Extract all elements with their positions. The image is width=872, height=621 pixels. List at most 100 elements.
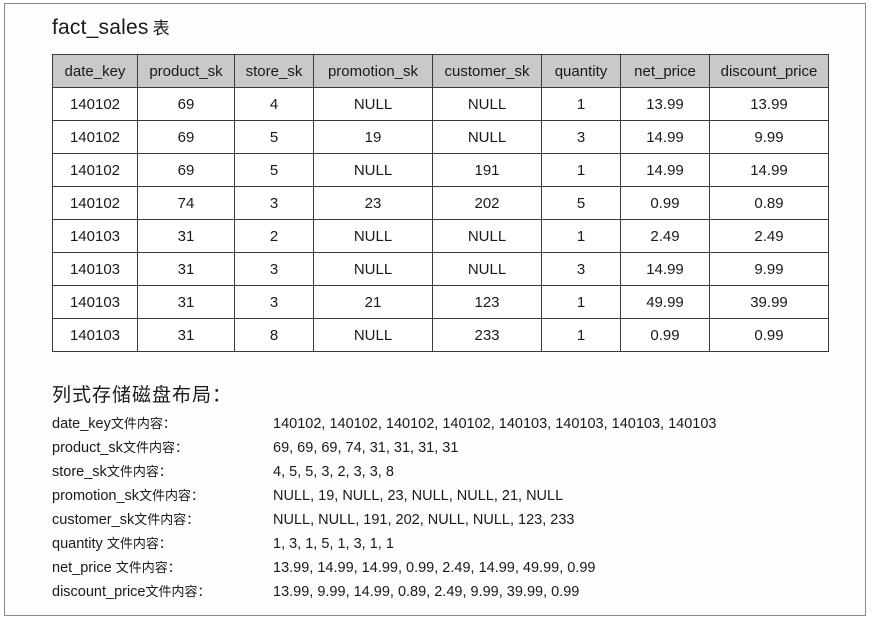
table-cell: NULL: [313, 87, 433, 121]
file-values: 1, 3, 1, 5, 1, 3, 1, 1: [273, 536, 394, 552]
table-title: fact_sales 表: [52, 14, 170, 40]
table-cell: 1: [541, 87, 621, 121]
table-cell: 5: [234, 120, 314, 154]
list-item: customer_sk文件内容： NULL, NULL, 191, 202, N…: [52, 508, 832, 532]
file-suffix: 文件内容：: [139, 489, 205, 504]
list-item: net_price 文件内容： 13.99, 14.99, 14.99, 0.9…: [52, 556, 832, 580]
table-row: 140103 31 2 NULL NULL 1 2.49 2.49: [52, 219, 829, 253]
file-label: customer_sk文件内容：: [52, 508, 199, 533]
column-name: date_key: [52, 416, 111, 432]
column-name: discount_price: [52, 584, 146, 600]
header-cell: discount_price: [709, 54, 829, 88]
column-name: product_sk: [52, 440, 123, 456]
table-cell: 140103: [52, 219, 138, 253]
table-cell: 13.99: [709, 87, 829, 121]
table-cell: 8: [234, 318, 314, 352]
table-cell: 191: [432, 153, 542, 187]
table-cell: 1: [541, 318, 621, 352]
table-cell: 31: [137, 285, 235, 319]
table-cell: 4: [234, 87, 314, 121]
table-cell: 0.99: [620, 318, 710, 352]
table-header-row: date_key product_sk store_sk promotion_s…: [52, 54, 829, 88]
file-label: store_sk文件内容：: [52, 460, 172, 485]
file-values: NULL, 19, NULL, 23, NULL, NULL, 21, NULL: [273, 488, 564, 504]
table-cell: 3: [541, 252, 621, 286]
table-cell: 140102: [52, 87, 138, 121]
table-cell: 3: [234, 252, 314, 286]
table-row: 140102 69 4 NULL NULL 1 13.99 13.99: [52, 87, 829, 121]
column-name: customer_sk: [52, 512, 135, 528]
column-name: store_sk: [52, 464, 107, 480]
table-row: 140103 31 3 NULL NULL 3 14.99 9.99: [52, 252, 829, 286]
table-cell: 140103: [52, 318, 138, 352]
table-cell: NULL: [432, 252, 542, 286]
table-cell: 0.89: [709, 186, 829, 220]
table-cell: NULL: [432, 219, 542, 253]
file-values: 4, 5, 5, 3, 2, 3, 3, 8: [273, 464, 394, 480]
table-cell: 0.99: [620, 186, 710, 220]
table-cell: 5: [234, 153, 314, 187]
table-cell: 140103: [52, 252, 138, 286]
table-row: 140102 69 5 19 NULL 3 14.99 9.99: [52, 120, 829, 154]
fact-sales-table: date_key product_sk store_sk promotion_s…: [52, 54, 829, 352]
list-item: promotion_sk文件内容： NULL, 19, NULL, 23, NU…: [52, 484, 832, 508]
table-cell: 1: [541, 285, 621, 319]
table-cell: 1: [541, 153, 621, 187]
table-cell: 5: [541, 186, 621, 220]
table-cell: 31: [137, 318, 235, 352]
file-suffix: 文件内容：: [122, 441, 188, 456]
table-cell: 0.99: [709, 318, 829, 352]
header-cell: promotion_sk: [313, 54, 433, 88]
table-cell: NULL: [432, 87, 542, 121]
table-row: 140103 31 8 NULL 233 1 0.99 0.99: [52, 318, 829, 352]
table-cell: 140103: [52, 285, 138, 319]
table-cell: 140102: [52, 186, 138, 220]
table-cell: 49.99: [620, 285, 710, 319]
file-values: 13.99, 9.99, 14.99, 0.89, 2.49, 9.99, 39…: [273, 584, 580, 600]
header-cell: quantity: [541, 54, 621, 88]
list-item: quantity 文件内容： 1, 3, 1, 5, 1, 3, 1, 1: [52, 532, 832, 556]
table-cell: NULL: [313, 219, 433, 253]
table-row: 140102 74 3 23 202 5 0.99 0.89: [52, 186, 829, 220]
list-item: discount_price文件内容： 13.99, 9.99, 14.99, …: [52, 580, 832, 604]
table-cell: 9.99: [709, 120, 829, 154]
table-cell: 14.99: [620, 252, 710, 286]
table-suffix: 表: [152, 19, 170, 39]
table-cell: 14.99: [620, 153, 710, 187]
file-label: product_sk文件内容：: [52, 436, 188, 461]
table-cell: 140102: [52, 120, 138, 154]
file-suffix: 文件内容：: [110, 417, 176, 432]
table-cell: 69: [137, 153, 235, 187]
table-cell: 14.99: [620, 120, 710, 154]
header-cell: customer_sk: [432, 54, 542, 88]
table-cell: NULL: [313, 153, 433, 187]
file-values: 140102, 140102, 140102, 140102, 140103, …: [273, 416, 717, 432]
column-name: quantity: [52, 536, 103, 552]
file-values: NULL, NULL, 191, 202, NULL, NULL, 123, 2…: [273, 512, 575, 528]
file-suffix: 文件内容：: [106, 537, 172, 552]
table-cell: 39.99: [709, 285, 829, 319]
file-values: 69, 69, 69, 74, 31, 31, 31, 31: [273, 440, 459, 456]
header-cell: store_sk: [234, 54, 314, 88]
table-cell: 23: [313, 186, 433, 220]
table-cell: 3: [234, 285, 314, 319]
table-cell: 233: [432, 318, 542, 352]
file-label: discount_price文件内容：: [52, 580, 211, 605]
table-cell: NULL: [432, 120, 542, 154]
file-label: promotion_sk文件内容：: [52, 484, 204, 509]
columnar-layout-title: 列式存储磁盘布局：: [52, 384, 233, 406]
header-cell: product_sk: [137, 54, 235, 88]
table-cell: 202: [432, 186, 542, 220]
list-item: product_sk文件内容： 69, 69, 69, 74, 31, 31, …: [52, 436, 832, 460]
table-cell: 69: [137, 120, 235, 154]
header-cell: date_key: [52, 54, 138, 88]
table-cell: NULL: [313, 318, 433, 352]
list-item: date_key文件内容： 140102, 140102, 140102, 14…: [52, 412, 832, 436]
table-cell: 31: [137, 252, 235, 286]
table-cell: NULL: [313, 252, 433, 286]
file-values: 13.99, 14.99, 14.99, 0.99, 2.49, 14.99, …: [273, 560, 596, 576]
column-name: net_price: [52, 560, 112, 576]
table-cell: 1: [541, 219, 621, 253]
table-cell: 123: [432, 285, 542, 319]
table-cell: 21: [313, 285, 433, 319]
